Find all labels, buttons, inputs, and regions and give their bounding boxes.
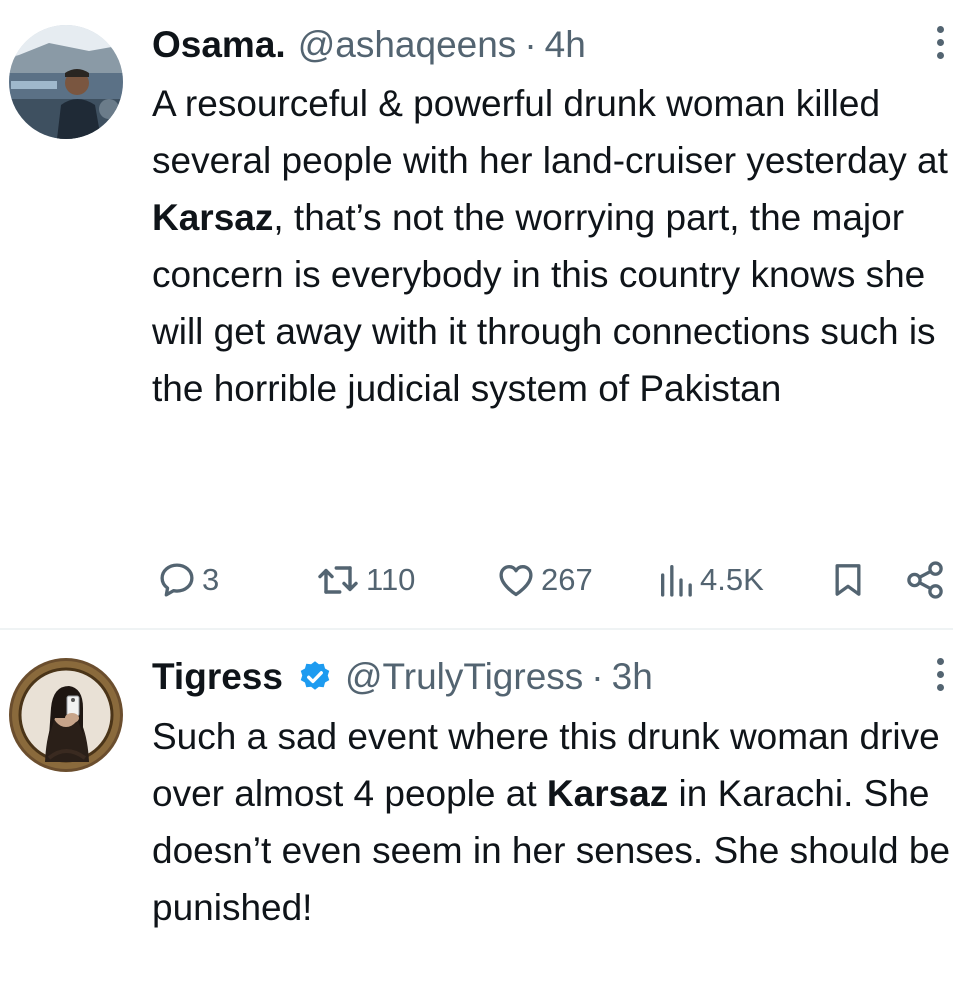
reply-icon: [160, 563, 194, 597]
avatar-photo-icon: [9, 658, 123, 772]
timestamp[interactable]: 4h: [545, 24, 586, 66]
views-button[interactable]: 4.5K: [656, 555, 764, 605]
tweet-tigress[interactable]: Tigress @TrulyTigress · 3h Such a sad ev…: [0, 630, 953, 996]
verified-badge-icon: [297, 659, 333, 695]
view-count: 4.5K: [700, 562, 764, 597]
author-handle[interactable]: @TrulyTigress: [345, 656, 583, 698]
reply-button[interactable]: 3: [156, 555, 219, 605]
like-count: 267: [541, 562, 593, 597]
like-button[interactable]: 267: [495, 555, 593, 605]
reply-count: 3: [202, 562, 220, 597]
author-name[interactable]: Osama.: [152, 24, 286, 66]
tweet-actions: 3 110 267 4.5K: [0, 555, 953, 605]
timestamp[interactable]: 3h: [612, 656, 653, 698]
tweet-text: A resourceful & powerful drunk woman kil…: [152, 83, 948, 409]
retweet-button[interactable]: 110: [314, 555, 415, 605]
author-handle[interactable]: @ashaqeens: [298, 24, 517, 66]
more-options-icon[interactable]: [926, 658, 953, 702]
bookmark-button[interactable]: [828, 555, 868, 605]
heart-icon: [499, 565, 533, 597]
avatar-osama[interactable]: [9, 25, 123, 139]
tweet-osama[interactable]: Osama. @ashaqeens · 4h A resourceful & p…: [0, 0, 953, 628]
bookmark-icon: [835, 564, 861, 596]
author-name[interactable]: Tigress: [152, 656, 283, 698]
share-icon: [907, 561, 943, 599]
tweet-text: Such a sad event where this drunk woman …: [152, 716, 951, 928]
retweet-icon: [318, 566, 358, 594]
more-options-icon[interactable]: [926, 26, 953, 70]
avatar-photo-icon: [9, 25, 123, 139]
analytics-icon: [661, 565, 692, 597]
share-button[interactable]: [904, 555, 946, 605]
avatar-tigress[interactable]: [9, 658, 123, 772]
separator-dot: ·: [591, 656, 604, 697]
retweet-count: 110: [366, 562, 416, 597]
separator-dot: ·: [524, 24, 537, 65]
